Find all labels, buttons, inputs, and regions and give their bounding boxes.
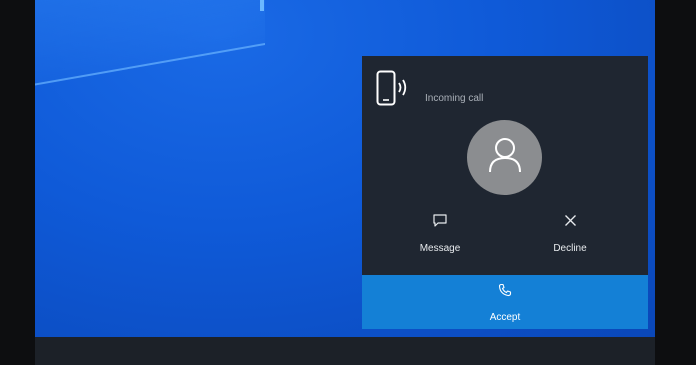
close-icon [520, 214, 620, 232]
wallpaper-window-pane [35, 0, 265, 90]
avatar [467, 120, 542, 195]
phone-icon [362, 283, 648, 302]
decline-label: Decline [553, 243, 587, 254]
ringing-phone-icon [376, 70, 412, 113]
wallpaper-pane-edge [260, 0, 264, 11]
taskbar [35, 337, 655, 365]
message-icon [390, 214, 490, 232]
message-button[interactable]: Message [390, 214, 490, 256]
person-icon [487, 136, 523, 179]
decline-button[interactable]: Decline [520, 214, 620, 256]
incoming-call-toast: Incoming call Message Decline Accept [362, 56, 648, 329]
message-label: Message [419, 243, 461, 254]
accept-label: Accept [489, 312, 521, 323]
toast-title: Incoming call [425, 93, 484, 104]
accept-button[interactable]: Accept [362, 275, 648, 329]
